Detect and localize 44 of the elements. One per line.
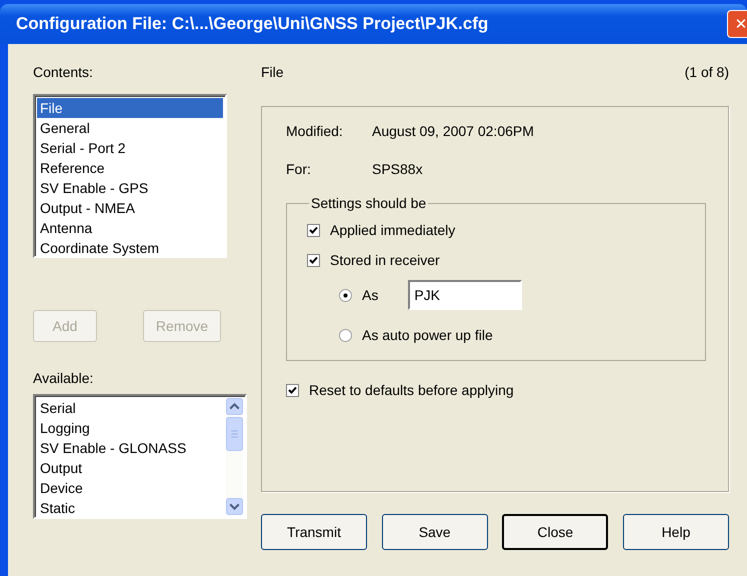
scroll-down-icon[interactable] (226, 498, 243, 515)
list-item[interactable]: Output (37, 458, 226, 478)
list-item[interactable]: Output - NMEA (37, 198, 223, 218)
field-label: For: (286, 161, 312, 177)
list-item[interactable]: SV Enable - GLONASS (37, 438, 226, 458)
list-item[interactable]: Static (37, 498, 226, 518)
input-field[interactable]: PJK (408, 280, 522, 310)
field-value: August 09, 2007 02:06PM (372, 123, 534, 139)
radio-label: As (362, 287, 378, 303)
radio-label: As auto power up file (362, 327, 493, 343)
dialog-button[interactable]: Save (382, 514, 488, 550)
field-value: SPS88x (372, 161, 423, 177)
dialog-button[interactable]: Help (622, 514, 729, 550)
checkbox-label: Reset to defaults before applying (309, 382, 514, 398)
list-item[interactable]: General (37, 118, 223, 138)
radio-button[interactable] (339, 288, 352, 302)
checkbox-label: Applied immediately (330, 222, 456, 238)
list-item[interactable]: Coordinate System (37, 238, 223, 258)
list-item[interactable]: Logging (37, 418, 226, 438)
field-label: Modified: (286, 123, 344, 139)
dialog-button[interactable]: Transmit (261, 514, 367, 550)
list-item[interactable]: Antenna (37, 218, 223, 238)
list-item[interactable]: SV Enable - GPS (37, 178, 223, 198)
window-title: Configuration File: C:\...\George\Uni\GNSS Project\PJK.cfg (16, 14, 488, 34)
checked-checkbox[interactable] (286, 384, 299, 396)
close-button[interactable]: ✕ (727, 10, 747, 38)
page-title: File (261, 64, 284, 82)
list-item[interactable]: Reference (37, 158, 223, 178)
available-label: Available: (33, 370, 94, 388)
checked-checkbox[interactable] (307, 224, 320, 236)
list-item[interactable]: File (37, 98, 223, 118)
contents-label: Contents: (33, 64, 94, 82)
radio-button[interactable] (339, 328, 352, 342)
checked-checkbox[interactable] (307, 254, 320, 266)
checkbox-label: Stored in receiver (330, 252, 440, 268)
list-item[interactable]: Serial (37, 398, 226, 418)
scrollbar[interactable] (226, 398, 243, 515)
page-counter: (1 of 8) (684, 64, 729, 82)
scroll-up-icon[interactable] (226, 398, 243, 415)
dialog-button[interactable]: Close (502, 514, 608, 550)
group-label: Settings should be (310, 195, 428, 211)
scroll-thumb[interactable] (226, 417, 243, 451)
list-item[interactable]: Serial - Port 2 (37, 138, 223, 158)
list-item[interactable]: Device (37, 478, 226, 498)
